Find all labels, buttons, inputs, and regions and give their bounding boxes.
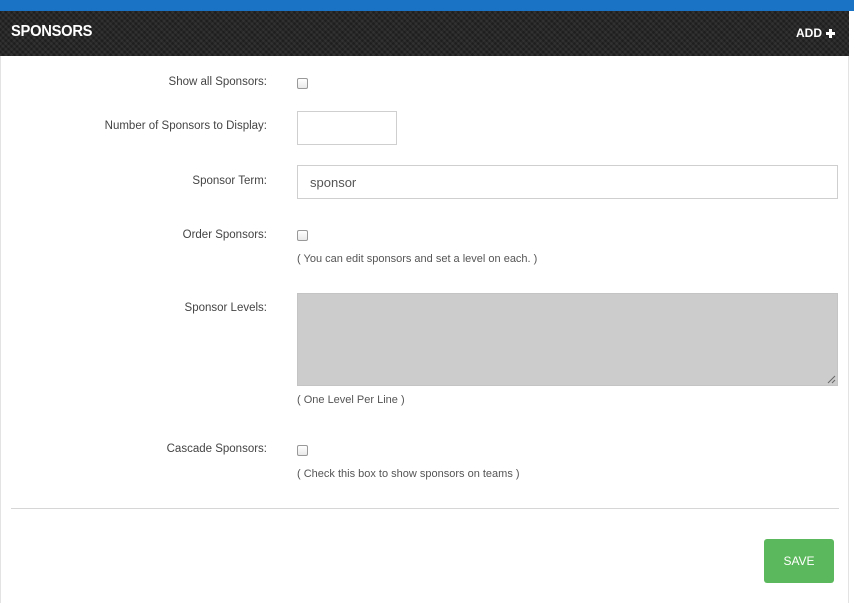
resize-grip-icon[interactable] [826,374,836,384]
divider [11,508,839,509]
save-button[interactable]: SAVE [764,539,834,583]
cascade-sponsors-hint: ( Check this box to show sponsors on tea… [297,468,520,480]
order-sponsors-checkbox[interactable] [297,230,308,241]
cascade-sponsors-checkbox[interactable] [297,445,308,456]
number-of-sponsors-input[interactable] [297,111,397,145]
top-accent-bar [0,0,854,11]
number-of-sponsors-label: Number of Sponsors to Display: [104,120,267,132]
panel-title: SPONSORS [11,23,93,40]
sponsor-term-label: Sponsor Term: [192,175,267,187]
plus-icon [826,28,835,38]
order-sponsors-label: Order Sponsors: [182,229,267,241]
panel-header: SPONSORS ADD [0,11,849,56]
show-all-sponsors-checkbox[interactable] [297,78,308,89]
sponsor-levels-label: Sponsor Levels: [184,302,267,314]
add-button[interactable]: ADD [796,26,835,40]
add-button-label: ADD [796,26,822,40]
sponsor-term-input[interactable] [297,165,838,199]
sponsor-levels-hint: ( One Level Per Line ) [297,394,405,406]
sponsor-levels-textarea[interactable] [297,293,838,386]
cascade-sponsors-label: Cascade Sponsors: [166,443,267,455]
order-sponsors-hint: ( You can edit sponsors and set a level … [297,253,538,265]
show-all-sponsors-label: Show all Sponsors: [168,76,267,88]
